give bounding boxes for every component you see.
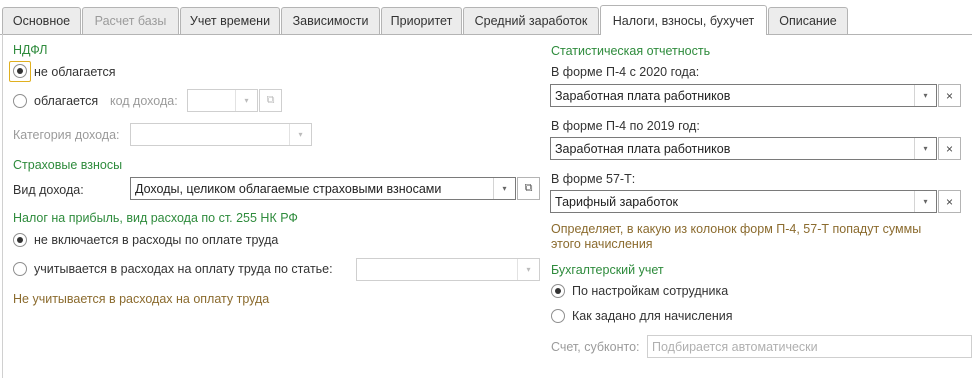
income-code-label: код дохода: (110, 94, 178, 108)
open-icon[interactable]: ⧉ (259, 89, 282, 112)
chevron-down-icon[interactable]: ▾ (235, 90, 257, 111)
tab-priority[interactable]: Приоритет (381, 7, 462, 34)
p4-2019-value: Заработная плата работников (555, 141, 731, 156)
tab-base-calculation[interactable]: Расчет базы (82, 7, 179, 34)
ndfl-not-taxed-label[interactable]: не облагается (34, 65, 116, 79)
form-57t-label: В форме 57-Т: (551, 172, 636, 186)
tab-dependencies[interactable]: Зависимости (281, 7, 380, 34)
tab-description[interactable]: Описание (768, 7, 848, 34)
profit-included-radio[interactable] (13, 262, 27, 276)
chevron-down-icon[interactable]: ▾ (914, 138, 936, 159)
chevron-down-icon[interactable]: ▾ (914, 191, 936, 212)
p4-2019-label: В форме П-4 по 2019 год: (551, 119, 700, 133)
profit-included-label[interactable]: учитывается в расходах на оплату труда п… (34, 262, 333, 276)
by-employee-label[interactable]: По настройкам сотрудника (572, 284, 728, 298)
statistics-note-line2: этого начисления (551, 237, 653, 251)
ndfl-taxed-radio[interactable] (13, 94, 27, 108)
p4-2020-label: В форме П-4 с 2020 года: (551, 65, 700, 79)
tab-average-earnings[interactable]: Средний заработок (463, 7, 599, 34)
as-set-label[interactable]: Как задано для начисления (572, 309, 733, 323)
tab-bar: Основное Расчет базы Учет времени Зависи… (0, 0, 972, 35)
income-code-field[interactable]: ▾ (187, 89, 258, 112)
form-57t-field[interactable]: Тарифный заработок ▾ (550, 190, 937, 213)
p4-2020-value: Заработная плата работников (555, 88, 731, 103)
profit-not-included-label[interactable]: не включается в расходы по оплате труда (34, 233, 278, 247)
clear-icon[interactable]: × (938, 84, 961, 107)
chevron-down-icon[interactable]: ▾ (517, 259, 539, 280)
clear-icon[interactable]: × (938, 190, 961, 213)
tab-time-accounting[interactable]: Учет времени (180, 7, 280, 34)
clear-icon[interactable]: × (938, 137, 961, 160)
statistics-section-title: Статистическая отчетность (551, 44, 711, 58)
as-set-radio[interactable] (551, 309, 565, 323)
ndfl-taxed-label[interactable]: облагается (34, 94, 98, 108)
chevron-down-icon[interactable]: ▾ (914, 85, 936, 106)
tab-main[interactable]: Основное (2, 7, 81, 34)
profit-not-included-radio[interactable] (13, 233, 27, 247)
account-subconto-label: Счет, субконто: (551, 340, 640, 354)
p4-2019-field[interactable]: Заработная плата работников ▾ (550, 137, 937, 160)
tab-divider (0, 34, 972, 35)
chevron-down-icon[interactable]: ▾ (289, 124, 311, 145)
account-subconto-field[interactable]: Подбирается автоматически (647, 335, 972, 358)
tab-taxes-contributions-accounting[interactable]: Налоги, взносы, бухучет (600, 5, 767, 35)
accounting-section-title: Бухгалтерский учет (551, 263, 664, 277)
profit-tax-section-title: Налог на прибыль, вид расхода по ст. 255… (13, 211, 298, 225)
account-subconto-placeholder: Подбирается автоматически (652, 339, 818, 354)
open-icon[interactable]: ⧉ (517, 177, 540, 200)
income-category-field[interactable]: ▾ (130, 123, 312, 146)
ndfl-section-title: НДФЛ (13, 43, 48, 57)
statistics-note-line1: Определяет, в какую из колонок форм П-4,… (551, 222, 922, 236)
expense-article-field[interactable]: ▾ (356, 258, 540, 281)
p4-2020-field[interactable]: Заработная плата работников ▾ (550, 84, 937, 107)
profit-tax-note: Не учитывается в расходах на оплату труд… (13, 292, 270, 306)
income-type-field[interactable]: Доходы, целиком облагаемые страховыми вз… (130, 177, 516, 200)
ndfl-not-taxed-radio[interactable] (13, 64, 27, 78)
income-type-label: Вид дохода: (13, 183, 84, 197)
chevron-down-icon[interactable]: ▾ (493, 178, 515, 199)
insurance-section-title: Страховые взносы (13, 158, 123, 172)
panel-border (2, 34, 3, 378)
income-type-value: Доходы, целиком облагаемые страховыми вз… (135, 181, 442, 196)
by-employee-radio[interactable] (551, 284, 565, 298)
income-category-label: Категория дохода: (13, 128, 120, 142)
form-57t-value: Тарифный заработок (555, 194, 679, 209)
